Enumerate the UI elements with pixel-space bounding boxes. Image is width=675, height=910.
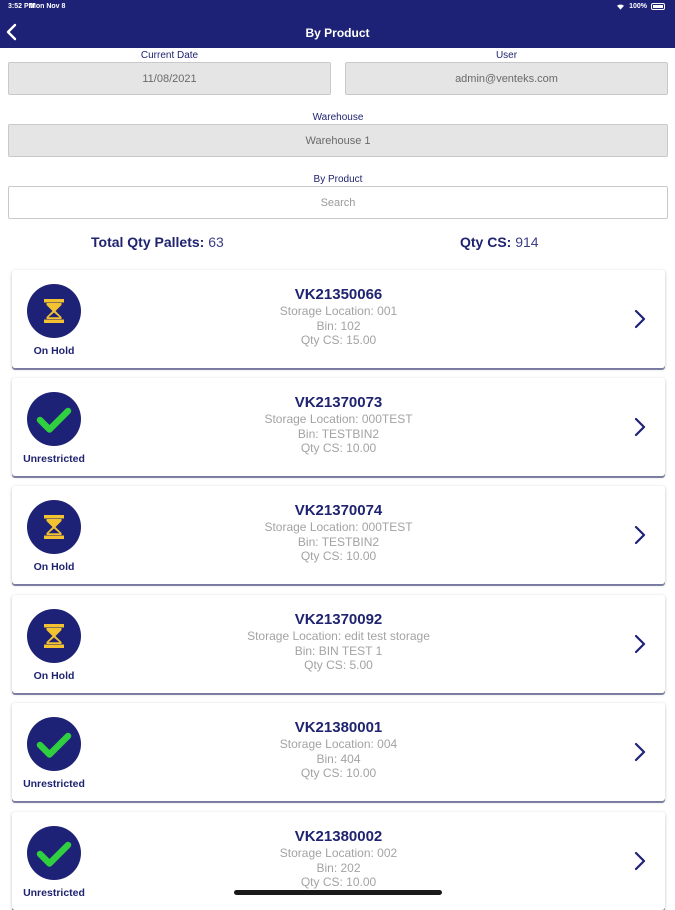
item-id: VK21370073 [294,394,383,411]
page-title: By Product [305,26,370,40]
status-label: On Hold [33,670,75,682]
wifi-icon [617,4,625,10]
item-details: VK21370092 Storage Location: edit test s… [172,611,505,673]
status-label: Unrestricted [23,887,85,899]
item-qty: Qty CS: 10.00 [300,441,377,455]
checkmark-icon [36,732,72,758]
status-label: On Hold [33,345,75,357]
status-badge [27,392,81,446]
list-item[interactable]: On Hold VK21370092 Storage Location: edi… [12,595,665,693]
status-badge [27,717,81,771]
current-date-label: Current Date [140,50,199,61]
item-bin: Bin: 102 [316,318,361,333]
item-id: VK21380001 [294,719,383,736]
item-qty: Qty CS: 5.00 [304,658,373,672]
item-bin: Bin: 202 [316,860,361,875]
status-right: 100% [616,3,665,10]
battery-icon [651,3,665,10]
status-badge [27,284,81,338]
item-qty: Qty CS: 10.00 [300,766,377,780]
checkmark-icon [36,841,72,867]
item-details: VK21350066 Storage Location: 001 Bin: 10… [172,286,505,348]
chevron-right-icon[interactable] [633,524,647,546]
top-bar: 3:52 PM Mon Nov 8 100% By Product [0,0,675,48]
item-details: VK21370074 Storage Location: 000TEST Bin… [172,502,505,564]
item-qty: Qty CS: 15.00 [300,333,377,347]
total-pallets: Total Qty Pallets: 63 [91,234,224,250]
user-field: admin@venteks.com [345,62,668,95]
item-id: VK21370092 [294,611,383,628]
hourglass-icon [44,624,64,648]
chevron-right-icon[interactable] [633,850,647,872]
item-id: VK21350066 [294,286,383,303]
item-details: VK21380001 Storage Location: 004 Bin: 40… [172,719,505,781]
status-date: Mon Nov 8 [30,3,66,10]
item-bin: Bin: TESTBIN2 [297,426,380,441]
status-badge [27,826,81,880]
battery-percent: 100% [629,3,647,10]
chevron-right-icon[interactable] [633,416,647,438]
user-label: User [495,50,518,61]
list-item[interactable]: On Hold VK21350066 Storage Location: 001… [12,270,665,368]
chevron-right-icon[interactable] [633,308,647,330]
total-qty-cs: Qty CS: 914 [460,234,539,250]
total-qty-cs-value: 914 [515,234,539,250]
warehouse-label: Warehouse [312,112,364,123]
item-qty: Qty CS: 10.00 [300,549,377,563]
home-indicator[interactable] [234,890,442,895]
chevron-right-icon[interactable] [633,741,647,763]
item-bin: Bin: TESTBIN2 [297,534,380,549]
item-location: Storage Location: 000TEST [264,412,413,426]
item-qty: Qty CS: 10.00 [300,875,377,889]
total-qty-cs-label: Qty CS: [460,234,512,250]
current-date-field: 11/08/2021 [8,62,331,95]
by-product-label: By Product [313,174,363,185]
total-pallets-label: Total Qty Pallets: [91,234,205,250]
status-badge [27,609,81,663]
item-location: Storage Location: 002 [279,846,398,860]
item-location: Storage Location: 000TEST [264,520,413,534]
list-item[interactable]: Unrestricted VK21380001 Storage Location… [12,703,665,801]
status-badge [27,500,81,554]
search-input[interactable]: Search [8,186,668,219]
status-label: Unrestricted [23,453,85,465]
warehouse-field[interactable]: Warehouse 1 [8,124,668,157]
list-item[interactable]: Unrestricted VK21380002 Storage Location… [12,812,665,910]
item-details: VK21370073 Storage Location: 000TEST Bin… [172,394,505,456]
item-bin: Bin: 404 [316,751,361,766]
item-location: Storage Location: 004 [279,737,398,751]
item-details: VK21380002 Storage Location: 002 Bin: 20… [172,828,505,890]
item-id: VK21370074 [294,502,383,519]
item-location: Storage Location: 001 [279,304,398,318]
hourglass-icon [44,515,64,539]
list-item[interactable]: Unrestricted VK21370073 Storage Location… [12,378,665,476]
hourglass-icon [44,299,64,323]
status-label: On Hold [33,561,75,573]
checkmark-icon [36,407,72,433]
total-pallets-value: 63 [208,234,224,250]
item-bin: Bin: BIN TEST 1 [294,643,383,658]
item-id: VK21380002 [294,828,383,845]
list-item[interactable]: On Hold VK21370074 Storage Location: 000… [12,486,665,584]
item-location: Storage Location: edit test storage [247,629,430,643]
status-label: Unrestricted [23,778,85,790]
chevron-right-icon[interactable] [633,633,647,655]
